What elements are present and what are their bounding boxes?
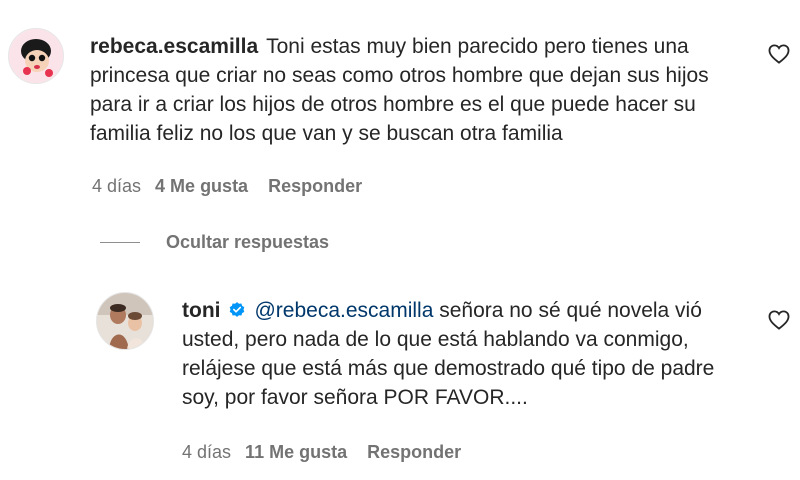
hide-replies-button[interactable]: Ocultar respuestas xyxy=(100,232,329,253)
comment-username[interactable]: rebeca.escamilla xyxy=(90,35,258,58)
reply-button[interactable]: Responder xyxy=(268,176,362,197)
reply-likes[interactable]: 11 Me gusta xyxy=(245,442,347,463)
photo-avatar-icon xyxy=(97,293,153,349)
avatar-toni[interactable] xyxy=(96,292,154,350)
reply-time[interactable]: 4 días xyxy=(182,442,231,463)
verified-badge-icon xyxy=(230,302,245,317)
cartoon-avatar-icon xyxy=(9,29,63,83)
comment-time[interactable]: 4 días xyxy=(92,176,141,197)
reply-body: toni @rebeca.escamilla señora no sé qué … xyxy=(182,296,752,412)
hide-replies-label: Ocultar respuestas xyxy=(166,232,330,252)
reply-button[interactable]: Responder xyxy=(367,442,461,463)
divider-line xyxy=(100,242,140,243)
reply-username[interactable]: toni xyxy=(182,299,220,322)
comment-body: rebeca.escamilla Toni estas muy bien pare… xyxy=(90,32,750,148)
mention-link[interactable]: @rebeca.escamilla xyxy=(254,299,433,322)
avatar-rebeca[interactable] xyxy=(8,28,64,84)
comment-likes[interactable]: 4 Me gusta xyxy=(155,176,248,197)
heart-icon[interactable] xyxy=(768,44,790,64)
reply-meta: 4 días 11 Me gusta Responder xyxy=(182,442,461,463)
heart-icon[interactable] xyxy=(768,310,790,330)
comment-meta: 4 días 4 Me gusta Responder xyxy=(92,176,362,197)
